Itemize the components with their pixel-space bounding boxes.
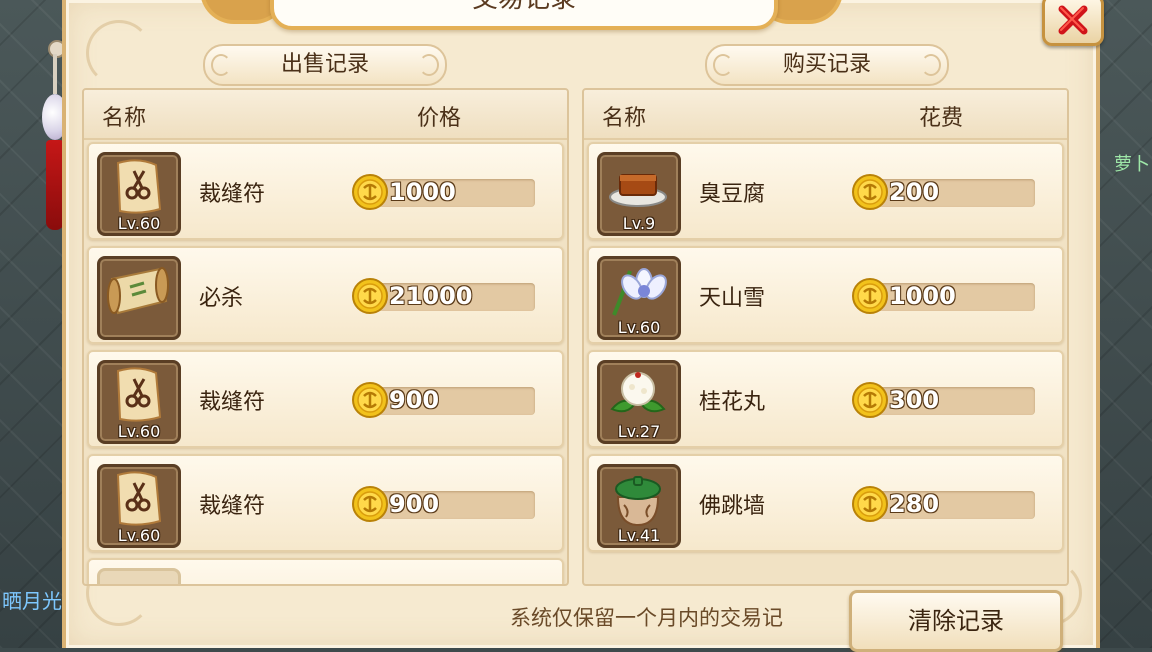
item-cost: 280	[889, 490, 940, 518]
item-level: Lv.60	[117, 214, 161, 233]
item-slot	[97, 256, 181, 340]
item-name: 臭豆腐	[699, 182, 766, 207]
item-name: 佛跳墙	[699, 494, 766, 519]
item-name: 天山雪	[699, 286, 766, 311]
gold-coin-icon	[852, 174, 888, 210]
item-name: 桂花丸	[699, 390, 766, 415]
gold-coin-icon	[352, 174, 388, 210]
item-slot: Lv.60	[97, 360, 181, 444]
buy-record-row[interactable]: Lv.60 天山雪 1000	[587, 246, 1064, 344]
buy-record-row[interactable]: Lv.27 桂花丸 300	[587, 350, 1064, 448]
sell-record-row-partial[interactable]	[87, 558, 564, 584]
tofu-dish-icon	[609, 174, 667, 207]
buy-list-header: 名称 花费	[584, 90, 1067, 140]
item-level: Lv.60	[117, 526, 161, 545]
item-slot: Lv.60	[97, 152, 181, 236]
world-npc-text: 萝卜	[1114, 154, 1150, 175]
item-level: Lv.27	[617, 422, 661, 441]
item-level: Lv.60	[117, 422, 161, 441]
buy-records-label: 购买记录	[705, 44, 949, 86]
sell-record-row[interactable]: 必杀 21000	[87, 246, 564, 344]
sell-record-row[interactable]: Lv.60 裁缝符 1000	[87, 142, 564, 240]
item-slot: Lv.41	[597, 464, 681, 548]
osmanthus-pill-icon	[610, 372, 666, 413]
scissors-scroll-icon	[116, 367, 162, 422]
item-cost: 1000	[889, 282, 956, 310]
column-name-header: 名称	[102, 106, 147, 131]
retention-notice: 系统仅保留一个月内的交易记	[510, 606, 783, 630]
buy-records-list[interactable]: 名称 花费 Lv.9 臭豆腐 200 Lv.60 天山雪 1000 Lv.27 …	[582, 88, 1069, 586]
item-level: Lv.41	[617, 526, 661, 545]
jar-dish-icon	[615, 476, 661, 527]
column-price-header: 价格	[417, 106, 462, 131]
item-price: 900	[389, 386, 440, 414]
column-name-header: 名称	[602, 106, 647, 131]
buy-record-row[interactable]: Lv.41 佛跳墙 280	[587, 454, 1064, 552]
item-price: 900	[389, 490, 440, 518]
gold-coin-icon	[352, 486, 388, 522]
item-price: 1000	[389, 178, 456, 206]
item-cost: 300	[889, 386, 940, 414]
sell-record-row[interactable]: Lv.60 裁缝符 900	[87, 350, 564, 448]
close-icon	[1058, 5, 1088, 35]
window-title: 交易记录	[270, 0, 778, 30]
scissors-scroll-icon	[116, 471, 162, 526]
item-cost: 200	[889, 178, 940, 206]
gold-coin-icon	[852, 486, 888, 522]
item-name: 裁缝符	[199, 182, 266, 207]
gold-coin-icon	[352, 382, 388, 418]
item-slot	[97, 568, 181, 584]
item-level: Lv.60	[617, 318, 661, 337]
item-price: 21000	[389, 282, 473, 310]
sell-list-header: 名称 价格	[84, 90, 567, 140]
sell-records-label: 出售记录	[203, 44, 447, 86]
item-slot: Lv.27	[597, 360, 681, 444]
close-button[interactable]	[1042, 0, 1104, 46]
item-slot: Lv.9	[597, 152, 681, 236]
item-slot: Lv.60	[97, 464, 181, 548]
item-name: 必杀	[199, 286, 244, 311]
item-name: 裁缝符	[199, 390, 266, 415]
gold-coin-icon	[352, 278, 388, 314]
snow-lotus-icon	[612, 268, 667, 316]
gold-coin-icon	[852, 382, 888, 418]
world-player-text: 晒月光	[2, 589, 62, 613]
item-name: 裁缝符	[199, 494, 266, 519]
sell-record-row[interactable]: Lv.60 裁缝符 900	[87, 454, 564, 552]
scissors-scroll-icon	[116, 159, 162, 214]
gold-coin-icon	[852, 278, 888, 314]
clear-records-button[interactable]: 清除记录	[849, 590, 1063, 652]
item-slot: Lv.60	[597, 256, 681, 340]
column-cost-header: 花费	[919, 106, 964, 131]
sell-records-list[interactable]: 名称 价格 Lv.60 裁缝符 1000 必杀 21000 Lv.60 裁缝符 …	[82, 88, 569, 586]
skill-scroll-icon	[107, 267, 169, 315]
buy-record-row[interactable]: Lv.9 臭豆腐 200	[587, 142, 1064, 240]
item-level: Lv.9	[622, 214, 656, 233]
